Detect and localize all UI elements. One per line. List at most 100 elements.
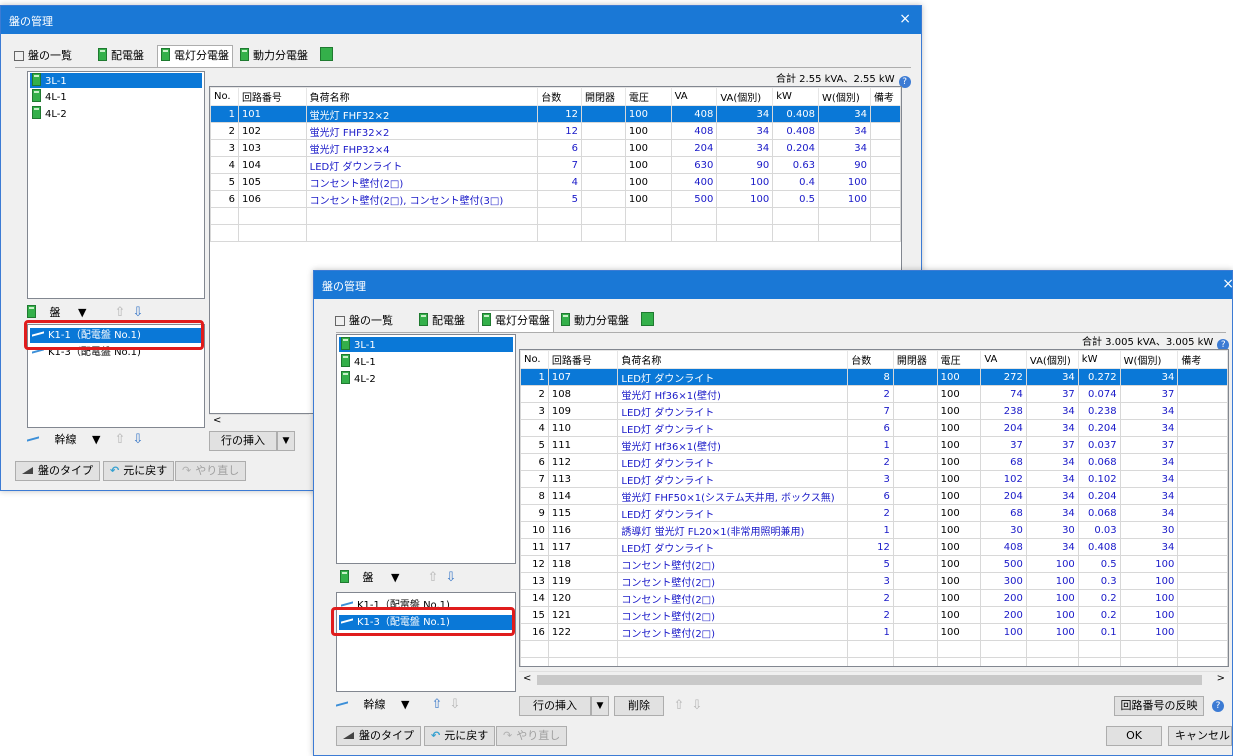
chevron-left-icon[interactable]: <: [213, 415, 221, 426]
table-row[interactable]: 6 106 コンセント壁付(2□), コンセント壁付(3□) 5 100 500 100 0.…: [210, 190, 901, 208]
table-cell[interactable]: 100: [936, 521, 982, 539]
table-cell[interactable]: [716, 207, 774, 225]
table-cell[interactable]: 101: [237, 105, 307, 123]
table-cell[interactable]: [892, 640, 938, 658]
tab-add[interactable]: [638, 311, 657, 331]
table-cell[interactable]: 0.03: [1077, 521, 1121, 539]
table-cell[interactable]: 34: [1119, 453, 1179, 471]
table-cell[interactable]: 0.5: [1077, 555, 1121, 573]
table-cell[interactable]: 蛍光灯 Hf36×1(壁付): [617, 385, 849, 403]
table-cell[interactable]: 16: [520, 623, 549, 641]
table-cell[interactable]: [869, 224, 901, 242]
table-cell[interactable]: 106: [237, 190, 307, 208]
table-row[interactable]: 16 122 コンセント壁付(2□) 1 100 100 100 0.1 100: [520, 623, 1228, 641]
table-cell[interactable]: [1177, 453, 1228, 471]
table-cell[interactable]: 0.102: [1077, 470, 1121, 488]
table-row[interactable]: [210, 224, 901, 242]
tab-lighting[interactable]: 電灯分電盤: [157, 45, 233, 68]
table-cell[interactable]: 630: [670, 156, 718, 174]
table-cell[interactable]: [980, 640, 1027, 658]
table-cell[interactable]: コンセント壁付(2□): [305, 173, 539, 191]
table-cell[interactable]: 34: [1119, 402, 1179, 420]
insert-row-dropdown[interactable]: ▼: [591, 696, 609, 716]
table-cell[interactable]: 100: [936, 538, 982, 556]
table-cell[interactable]: 74: [980, 385, 1027, 403]
reflect-circuit-number-button[interactable]: 回路番号の反映: [1114, 696, 1204, 716]
table-cell[interactable]: 100: [818, 173, 871, 191]
chevron-right-icon[interactable]: >: [1217, 673, 1225, 684]
insert-row-button[interactable]: 行の挿入: [519, 696, 591, 716]
table-row[interactable]: [210, 207, 901, 225]
tree-item[interactable]: 3L-1: [339, 337, 513, 352]
table-cell[interactable]: [1177, 521, 1228, 539]
table-cell[interactable]: 34: [1025, 368, 1079, 386]
table-cell[interactable]: 300: [980, 572, 1027, 590]
arrow-down-icon[interactable]: ⇩: [444, 569, 458, 587]
tab-distribution[interactable]: 配電盤: [95, 46, 147, 66]
table-cell[interactable]: 115: [547, 504, 619, 522]
table-cell[interactable]: 1: [847, 436, 894, 454]
table-cell[interactable]: 34: [1025, 504, 1079, 522]
table-cell[interactable]: 34: [716, 122, 774, 140]
table-cell[interactable]: [892, 419, 938, 437]
table-cell[interactable]: 500: [670, 190, 718, 208]
table-cell[interactable]: 100: [1119, 555, 1179, 573]
table-cell[interactable]: 100: [936, 368, 982, 386]
table-cell[interactable]: 100: [1119, 572, 1179, 590]
table-cell[interactable]: [936, 640, 982, 658]
table-cell[interactable]: 103: [237, 139, 307, 157]
table-cell[interactable]: 100: [1119, 606, 1179, 624]
table-cell[interactable]: [892, 487, 938, 505]
table-cell[interactable]: [892, 402, 938, 420]
table-cell[interactable]: 100: [1119, 623, 1179, 641]
table-cell[interactable]: 408: [980, 538, 1027, 556]
table-cell[interactable]: [1177, 419, 1228, 437]
table-cell[interactable]: 68: [980, 504, 1027, 522]
table-cell[interactable]: 200: [980, 589, 1027, 607]
table-cell[interactable]: 7: [537, 156, 582, 174]
table-cell[interactable]: 8: [520, 487, 549, 505]
table-cell[interactable]: 12: [520, 555, 549, 573]
table-cell[interactable]: 6: [847, 487, 894, 505]
table-cell[interactable]: 蛍光灯 FHF32×2: [305, 105, 539, 123]
undo-button[interactable]: ↶ 元に戻す: [103, 461, 175, 481]
table-cell[interactable]: 0.3: [1077, 572, 1121, 590]
table-cell[interactable]: 5: [537, 190, 582, 208]
table-cell[interactable]: 誘導灯 蛍光灯 FL20×1(非常用照明兼用): [617, 521, 849, 539]
table-cell[interactable]: [869, 207, 901, 225]
table-cell[interactable]: 100: [936, 436, 982, 454]
tab-power[interactable]: 動力分電盤: [237, 46, 311, 66]
table-cell[interactable]: 2: [847, 589, 894, 607]
table-cell[interactable]: 112: [547, 453, 619, 471]
table-cell[interactable]: 0.074: [1077, 385, 1121, 403]
table-cell[interactable]: 116: [547, 521, 619, 539]
table-cell[interactable]: [892, 623, 938, 641]
table-row[interactable]: 11 117 LED灯 ダウンライト 12 100 408 34 0.408 34: [520, 538, 1228, 556]
table-cell[interactable]: [1119, 657, 1179, 666]
table-cell[interactable]: 0.068: [1077, 453, 1121, 471]
table-cell[interactable]: 1: [847, 521, 894, 539]
table-row[interactable]: 4 104 LED灯 ダウンライト 7 100 630 90 0.63 90: [210, 156, 901, 174]
table-cell[interactable]: [547, 640, 619, 658]
table-cell[interactable]: 9: [520, 504, 549, 522]
delete-button[interactable]: 削除: [614, 696, 664, 716]
table-cell[interactable]: 7: [847, 402, 894, 420]
table-cell[interactable]: 272: [980, 368, 1027, 386]
table-cell[interactable]: [580, 173, 626, 191]
table-cell[interactable]: 5: [520, 436, 549, 454]
close-icon[interactable]: ×: [1222, 276, 1233, 292]
table-cell[interactable]: 0.204: [1077, 419, 1121, 437]
table-cell[interactable]: [1025, 657, 1079, 666]
table-cell[interactable]: [305, 207, 539, 225]
table-cell[interactable]: LED灯 ダウンライト: [617, 368, 849, 386]
table-cell[interactable]: [818, 207, 871, 225]
table-cell[interactable]: [1177, 470, 1228, 488]
table-cell[interactable]: 500: [980, 555, 1027, 573]
table-cell[interactable]: 100: [1025, 623, 1079, 641]
table-cell[interactable]: [1177, 538, 1228, 556]
table-cell[interactable]: [1177, 402, 1228, 420]
table-cell[interactable]: 34: [1025, 453, 1079, 471]
table-cell[interactable]: [847, 657, 894, 666]
table-cell[interactable]: 34: [1025, 487, 1079, 505]
table-cell[interactable]: [1077, 640, 1121, 658]
